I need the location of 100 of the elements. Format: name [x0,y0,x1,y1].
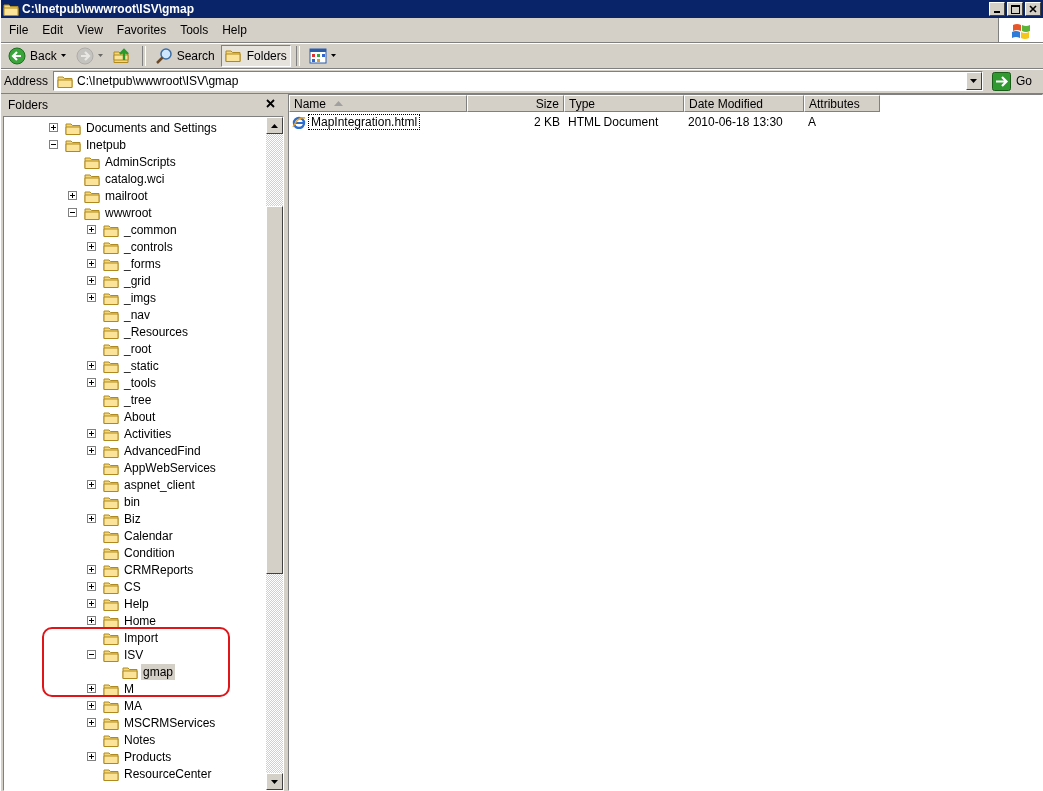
expand-icon[interactable] [87,293,96,302]
tree-item[interactable]: catalog.wci [103,170,167,187]
tree-item[interactable]: Help [122,595,151,612]
views-icon [308,47,327,64]
tree-item[interactable]: Activities [122,425,174,442]
tree-item[interactable]: Calendar [122,527,175,544]
folder-icon [84,154,100,169]
tree-item[interactable]: bin [122,493,142,510]
expand-icon[interactable] [68,191,77,200]
collapse-icon[interactable] [49,140,58,149]
tree-item[interactable]: Import [122,629,160,646]
tree-item[interactable]: About [122,408,158,425]
folder-icon [103,392,119,407]
expand-icon[interactable] [87,514,96,523]
column-header[interactable]: Attributes [804,95,880,112]
menu-item[interactable]: Edit [36,23,70,37]
tree-item[interactable]: Notes [122,731,158,748]
folder-icon [103,698,119,713]
tree-item[interactable]: _controls [122,238,175,255]
tree-item[interactable]: Condition [122,544,177,561]
expand-icon[interactable] [87,684,96,693]
tree-item[interactable]: gmap [141,663,176,680]
expand-icon[interactable] [87,718,96,727]
folder-icon [103,290,119,305]
collapse-icon[interactable] [68,208,77,217]
expand-icon[interactable] [87,599,96,608]
folder-icon [103,732,119,747]
menu-item[interactable]: View [71,23,109,37]
back-button[interactable]: Back [4,44,70,67]
tree-item[interactable]: _tree [122,391,154,408]
column-header[interactable]: Name [289,95,467,112]
tree-item[interactable]: Home [122,612,158,629]
tree-item[interactable]: _Resources [122,323,191,340]
folder-icon [103,409,119,424]
folders-button[interactable]: Folders [220,44,291,67]
close-button[interactable] [1025,2,1041,16]
tree-item[interactable]: Inetpub [84,136,129,153]
tree-item[interactable]: _common [122,221,179,238]
expand-icon[interactable] [87,701,96,710]
tree-item[interactable]: M [122,680,136,697]
tree-item[interactable]: aspnet_client [122,476,197,493]
folder-icon [84,171,100,186]
expand-icon[interactable] [87,582,96,591]
tree-item[interactable]: _nav [122,306,153,323]
tree-item[interactable]: _imgs [122,289,158,306]
folder-icon [103,426,119,441]
column-header[interactable]: Date Modified [684,95,804,112]
tree-item[interactable]: _forms [122,255,163,272]
scrollbar[interactable] [266,117,283,790]
expand-icon[interactable] [87,616,96,625]
tree-item[interactable]: AdvancedFind [122,442,203,459]
tree-item[interactable]: AppWebServices [122,459,218,476]
tree-item[interactable]: ISV [122,646,146,663]
expand-icon[interactable] [87,259,96,268]
expand-icon[interactable] [49,123,58,132]
tree-item[interactable]: _root [122,340,154,357]
tree-item[interactable]: CRMReports [122,561,196,578]
tree-item[interactable]: _grid [122,272,153,289]
magnifier-icon [154,46,173,65]
folder-icon [103,579,119,594]
tree-item[interactable]: MSCRMServices [122,714,218,731]
tree-item[interactable]: Products [122,748,174,765]
collapse-icon[interactable] [87,650,96,659]
windows-flag-icon [1011,21,1031,39]
tree-item[interactable]: AdminScripts [103,153,178,170]
file-name[interactable]: MapIntegration.html [308,113,421,130]
tree-item[interactable]: _static [122,357,161,374]
table-cell-text: A [807,114,817,129]
tree-item[interactable]: CS [122,578,143,595]
minimize-button[interactable] [989,2,1005,16]
column-header[interactable]: Size [467,95,564,112]
folder-icon [103,239,119,254]
tree-item[interactable]: mailroot [103,187,150,204]
go-button[interactable]: Go [986,71,1040,91]
address-field[interactable]: C:\Inetpub\wwwroot\ISV\gmap [53,71,983,91]
tree-item[interactable]: wwwroot [103,204,154,221]
menu-item[interactable]: Favorites [110,23,173,37]
folder-icon [65,120,81,135]
tree-item[interactable]: MA [122,697,144,714]
menu-item[interactable]: File [3,23,35,37]
expand-icon[interactable] [87,565,96,574]
tree-item[interactable]: Documents and Settings [84,119,219,136]
maximize-button[interactable] [1007,2,1023,16]
expand-icon[interactable] [87,361,96,370]
menu-item[interactable]: Tools [174,23,215,37]
expand-icon[interactable] [87,752,96,761]
search-button[interactable]: Search [150,44,219,67]
expand-icon[interactable] [87,429,96,438]
column-header[interactable]: Type [564,95,684,112]
expand-icon[interactable] [87,242,96,251]
expand-icon[interactable] [87,225,96,234]
expand-icon[interactable] [87,378,96,387]
expand-icon[interactable] [87,480,96,489]
expand-icon[interactable] [87,276,96,285]
tree-item[interactable]: _tools [122,374,159,391]
menu-item[interactable]: Help [216,23,253,37]
tree-item[interactable]: Biz [122,510,143,527]
folder-icon [122,664,138,679]
tree-item[interactable]: ResourceCenter [122,765,214,782]
expand-icon[interactable] [87,446,96,455]
